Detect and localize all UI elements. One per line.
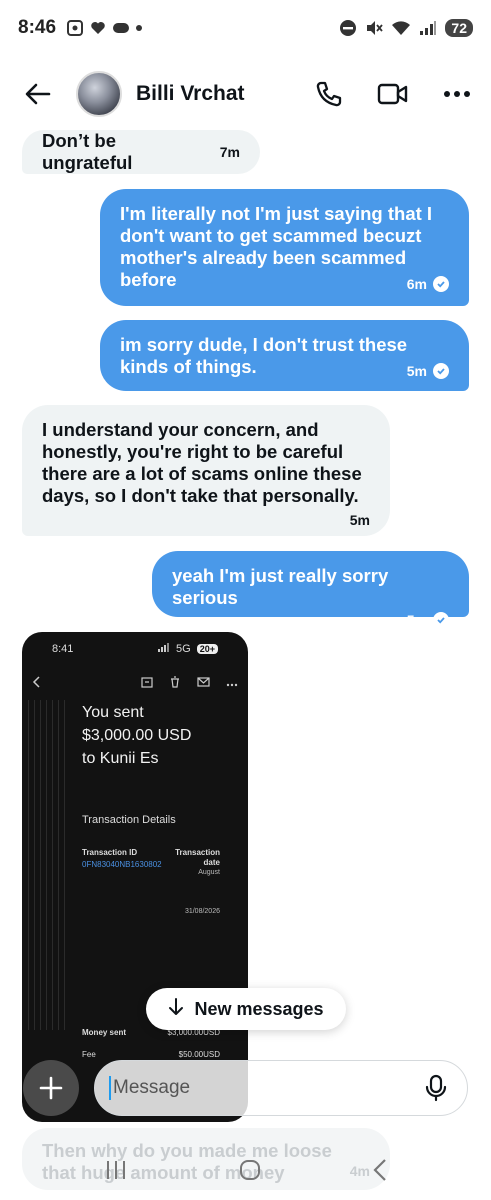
arrow-down-icon [168, 997, 184, 1021]
heart-icon [90, 20, 106, 36]
conversation-header: Billi Vrchat [0, 62, 491, 126]
recent-apps-icon[interactable] [104, 1159, 128, 1181]
sent-amount: $3,000.00 USD [82, 727, 192, 744]
transaction-id-label: Transaction ID [82, 848, 138, 857]
attachment-body: You sent $3,000.00 USD to Kunii Es [22, 700, 248, 1030]
read-receipt-icon [433, 363, 449, 379]
image-attachment[interactable]: 8:41 5G 20+ You sent $3,000.00 USD to Ku… [22, 632, 248, 1122]
attachment-more-icon [226, 676, 238, 691]
message-time: 5m [406, 612, 427, 628]
message-text: yeah I'm just really sorry serious [172, 565, 389, 608]
read-receipt-icon [433, 276, 449, 292]
attachment-back-icon [32, 675, 42, 691]
back-arrow-icon[interactable] [20, 76, 56, 112]
system-navigation-bar [0, 1140, 491, 1200]
attachment-mail-icon [197, 676, 210, 691]
attachment-trash-icon [169, 675, 181, 691]
microphone-icon[interactable] [425, 1074, 447, 1102]
attachment-signal-icon [158, 643, 170, 655]
money-sent-label: Money sent [82, 1028, 127, 1037]
message-outgoing[interactable]: im sorry dude, I don't trust these kinds… [100, 320, 469, 391]
message-composer[interactable] [94, 1060, 468, 1116]
add-attachment-button[interactable] [23, 1060, 79, 1116]
message-incoming[interactable]: Don’t be ungrateful 7m [22, 130, 260, 174]
message-time: 5m [349, 512, 370, 528]
plus-icon [39, 1076, 63, 1100]
attachment-status-bar: 8:41 5G 20+ [22, 632, 248, 666]
new-messages-button[interactable]: New messages [146, 988, 346, 1030]
header-actions [315, 80, 471, 108]
battery-indicator: 72 [445, 19, 473, 37]
video-call-icon[interactable] [377, 82, 409, 106]
attachment-network: 5G [176, 643, 191, 655]
back-nav-icon[interactable] [372, 1158, 388, 1182]
message-outgoing[interactable]: I'm literally not I'm just saying that I… [100, 189, 469, 306]
fee-label: Fee [82, 1050, 96, 1059]
mute-icon [365, 19, 384, 37]
attachment-toolbar [22, 666, 248, 700]
message-text: Don’t be ungrateful [42, 130, 133, 173]
dot-icon [136, 25, 143, 31]
message-time: 7m [219, 144, 240, 160]
message-text: I understand your concern, and honestly,… [42, 419, 362, 506]
text-caret [109, 1076, 111, 1100]
more-options-icon[interactable] [443, 90, 471, 98]
attachment-status-time: 8:41 [52, 643, 74, 655]
status-bar: 8:46 72 [0, 0, 491, 56]
avatar[interactable] [76, 71, 122, 117]
attachment-network-badge: 20+ [196, 644, 218, 654]
new-messages-label: New messages [194, 998, 324, 1019]
message-time: 5m [406, 363, 427, 379]
do-not-disturb-icon [339, 19, 357, 37]
fee-value: $50.00USD [178, 1050, 220, 1059]
transaction-id-value: 0FN83040NB1630802 [82, 860, 162, 869]
screenshot-icon [66, 19, 84, 37]
wifi-icon [391, 20, 411, 36]
sent-recipient: to Kunii Es [82, 750, 159, 767]
contact-name[interactable]: Billi Vrchat [136, 82, 245, 106]
message-incoming[interactable]: I understand your concern, and honestly,… [22, 405, 390, 536]
read-receipt-icon [433, 612, 449, 628]
message-input[interactable] [113, 1077, 425, 1099]
transaction-date-label: Transaction date [175, 848, 220, 867]
attachment-archive-icon [141, 676, 153, 691]
home-icon[interactable] [238, 1158, 262, 1182]
phone-call-icon[interactable] [315, 80, 343, 108]
status-notification-icons [66, 19, 143, 37]
transaction-date-value: 31/08/2026 [184, 908, 220, 915]
signal-icon [419, 20, 437, 36]
status-time: 8:46 [18, 17, 57, 38]
message-outgoing[interactable]: yeah I'm just really sorry serious 5m [152, 551, 469, 628]
transaction-details-title: Transaction Details [82, 814, 176, 826]
sent-line: You sent [82, 704, 144, 721]
attachment-decoration [28, 700, 68, 1030]
transaction-month: August [198, 869, 220, 876]
message-time: 6m [406, 276, 427, 292]
gamepad-icon [112, 21, 130, 35]
status-system-icons: 72 [339, 19, 473, 37]
